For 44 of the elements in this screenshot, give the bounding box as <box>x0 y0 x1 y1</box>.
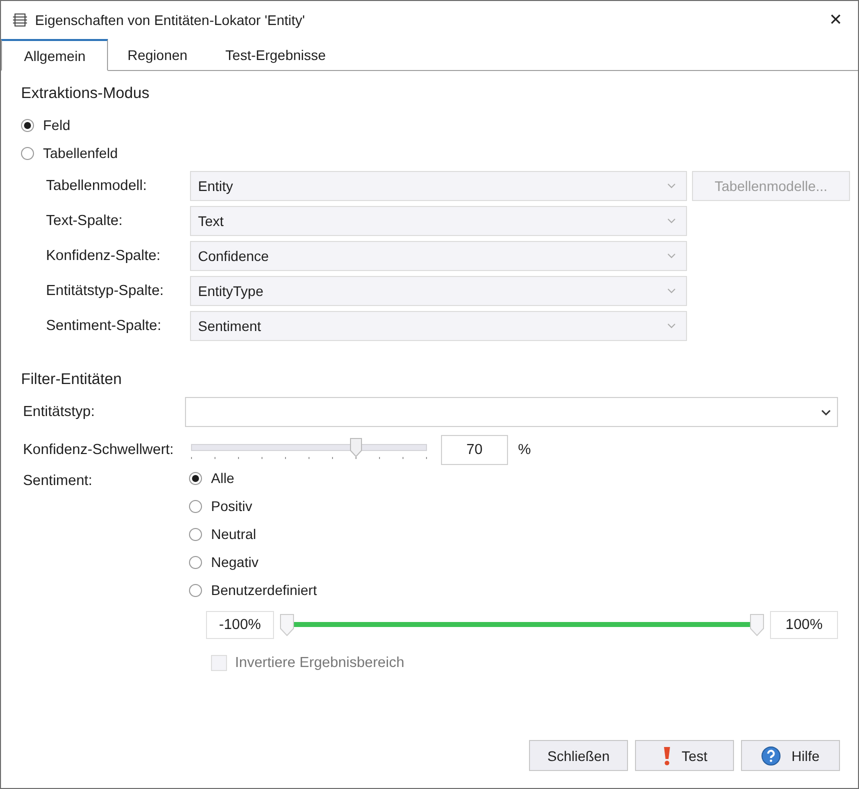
chevron-icon <box>667 253 676 259</box>
sentiment-radio[interactable]: Benutzerdefiniert <box>189 576 838 604</box>
chevron-icon <box>821 408 831 416</box>
dialog-button[interactable]: Hilfe <box>741 740 840 771</box>
field-label: Sentiment-Spalte: <box>46 318 162 334</box>
chevron-icon <box>667 218 676 224</box>
tab[interactable]: Test-Ergebnisse <box>206 39 345 71</box>
confidence-value[interactable]: 70 <box>441 435 508 465</box>
slider-thumb[interactable] <box>350 438 362 457</box>
field-label: Sentiment: <box>23 473 94 489</box>
field-label: Tabellenmodell: <box>46 178 148 194</box>
range-max-value[interactable]: 100% <box>770 611 838 639</box>
sentiment-radio[interactable]: Negativ <box>189 548 838 576</box>
help-icon <box>761 746 782 766</box>
sentiment-radio[interactable]: Positiv <box>189 492 838 520</box>
chevron-icon <box>667 323 676 329</box>
entity-type-dropdown[interactable] <box>185 397 838 427</box>
section-heading: Filter-Entitäten <box>21 371 123 389</box>
range-min-value[interactable]: -100% <box>206 611 274 639</box>
mode-radio[interactable]: Feld <box>21 111 70 139</box>
tab[interactable]: Regionen <box>108 39 206 71</box>
close-button[interactable]: ✕ <box>823 10 848 30</box>
sentiment-radio[interactable]: Neutral <box>189 520 838 548</box>
field-label: Text-Spalte: <box>46 213 124 229</box>
dialog-button[interactable]: Schließen <box>529 740 628 771</box>
exclamation-icon <box>662 746 672 766</box>
mode-radio[interactable]: Tabellenfeld <box>21 139 118 167</box>
slider-thumb[interactable] <box>750 614 764 636</box>
slider-thumb[interactable] <box>280 614 294 636</box>
chevron-icon <box>667 183 676 189</box>
field-label: Entitätstyp: <box>23 404 96 420</box>
field-label: Konfidenz-Spalte: <box>46 248 162 264</box>
unit-label: % <box>518 442 531 458</box>
chevron-icon <box>667 288 676 294</box>
checkbox-label: Invertiere Ergebnisbereich <box>235 655 404 671</box>
window-title: Eigenschaften von Entitäten-Lokator 'Entity' <box>35 12 306 28</box>
dialog-button[interactable]: Test <box>635 740 734 771</box>
section-heading: Extraktions-Modus <box>21 85 150 103</box>
range-slider[interactable] <box>280 611 764 639</box>
field-label: Entitätstyp-Spalte: <box>46 283 165 299</box>
tab[interactable]: Allgemein <box>1 39 108 71</box>
sentiment-radio[interactable]: Alle <box>189 464 838 492</box>
field-label: Konfidenz-Schwellwert: <box>23 442 175 458</box>
app-icon <box>13 13 27 27</box>
